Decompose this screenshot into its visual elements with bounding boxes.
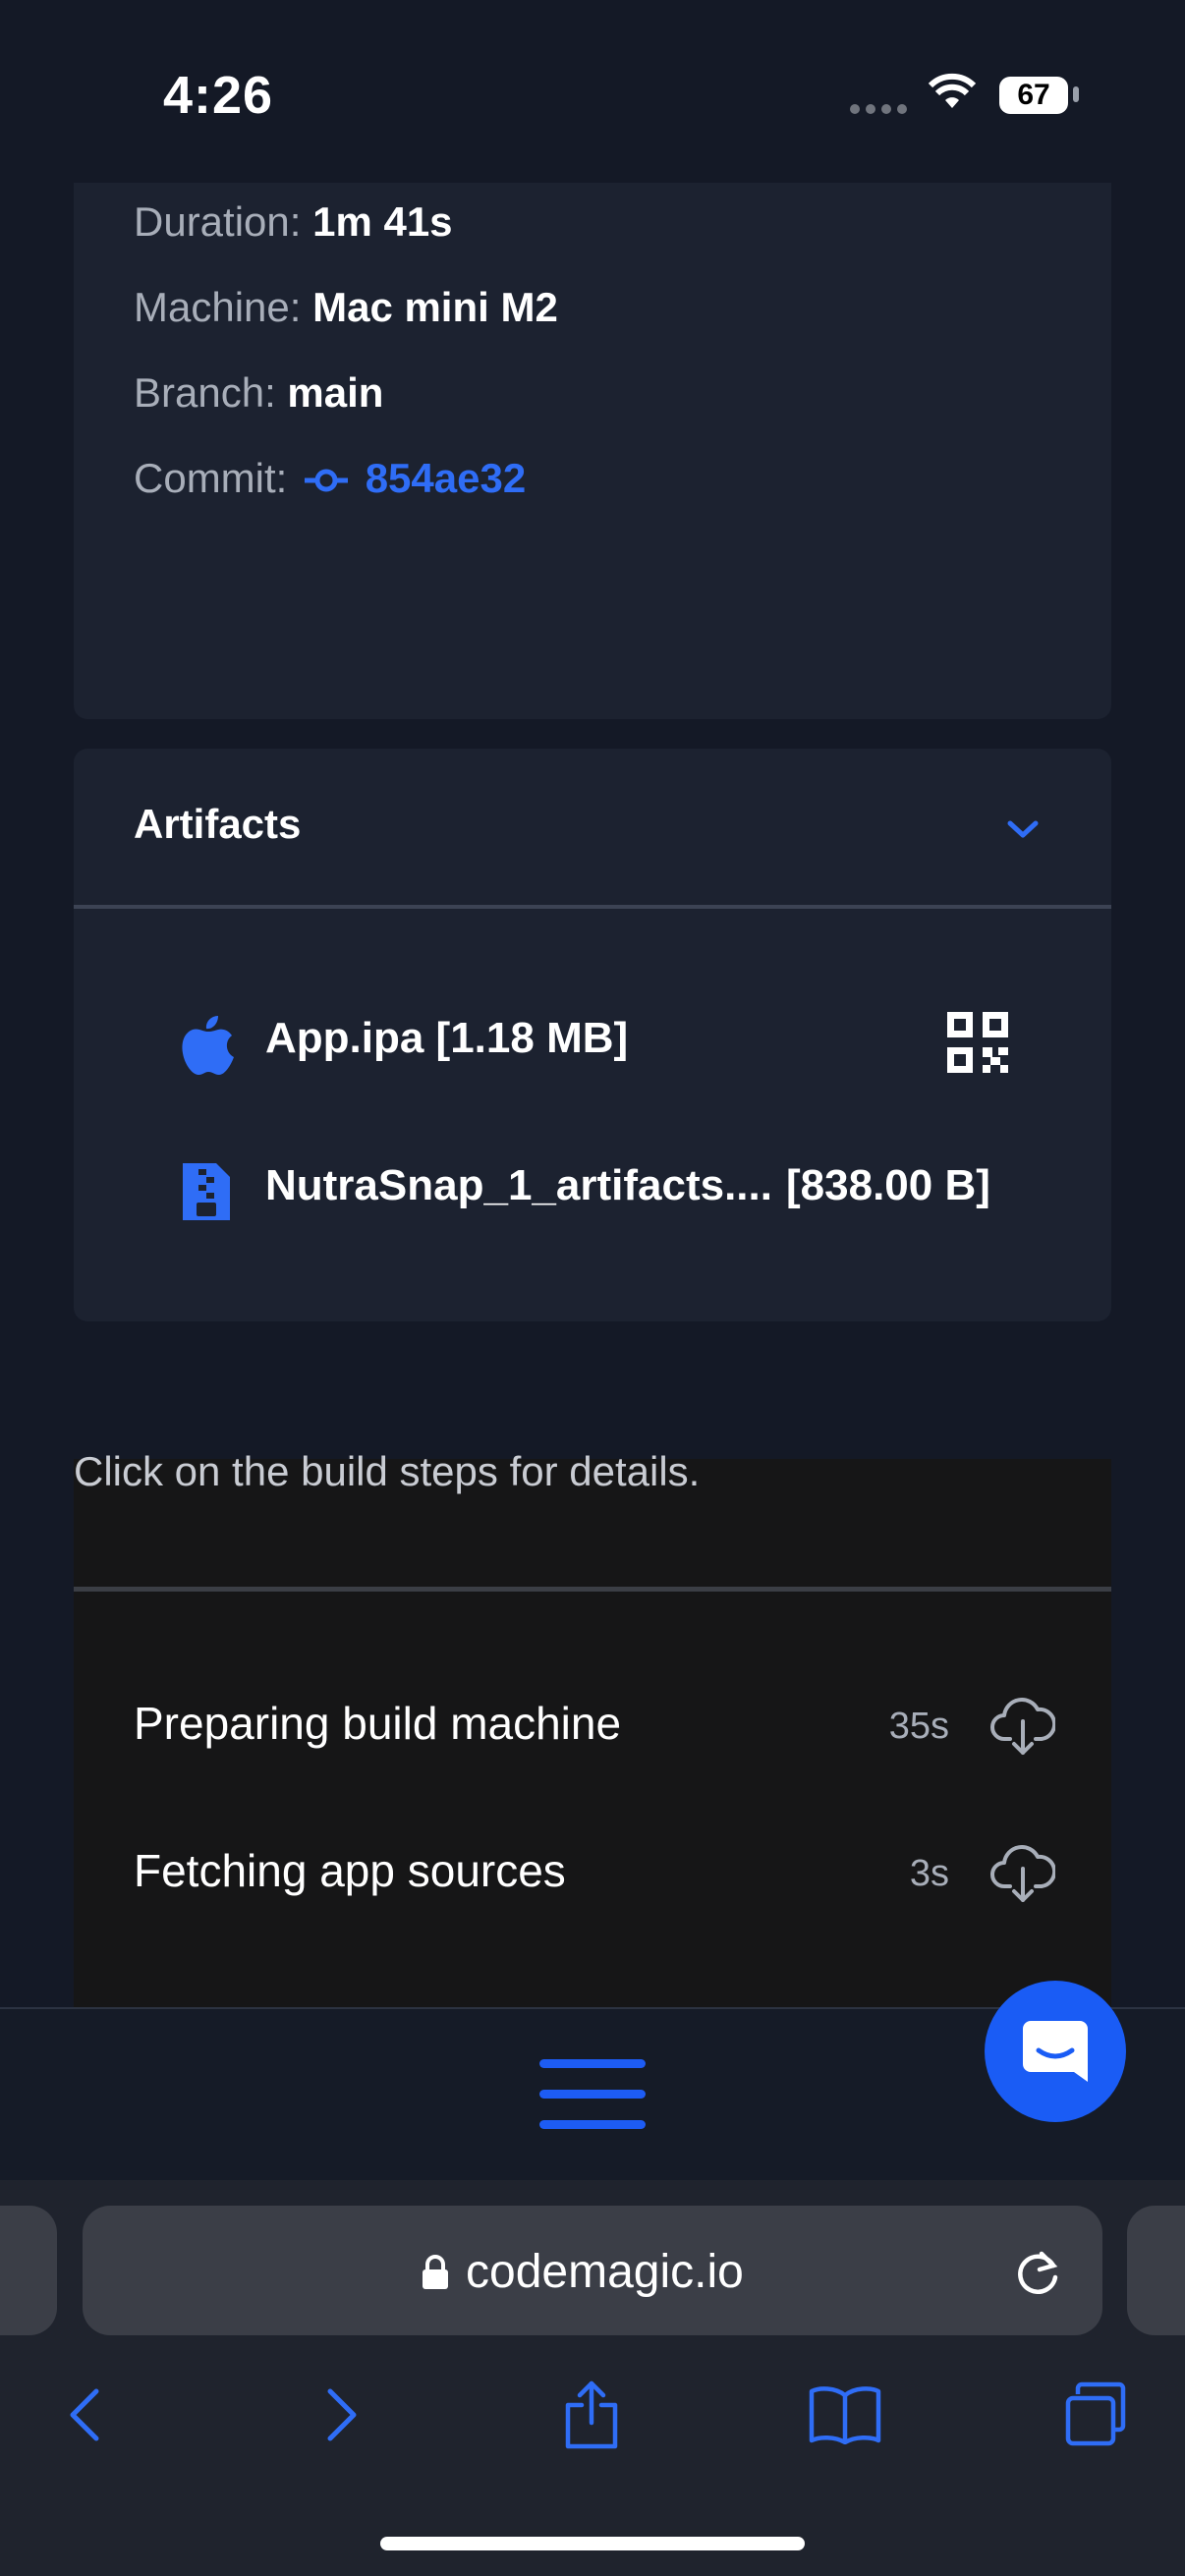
branch-label: Branch:	[134, 369, 276, 416]
steps-hint: Click on the build steps for details.	[74, 1448, 701, 1494]
hamburger-menu-icon[interactable]	[539, 2059, 646, 2151]
duration-label: Duration:	[134, 198, 302, 245]
artifact-zip-size: [838.00 B]	[786, 1161, 990, 1209]
forward-icon[interactable]	[303, 2376, 381, 2454]
qr-code-icon[interactable]	[947, 1012, 1008, 1078]
build-info-card	[74, 183, 1111, 719]
machine-row: Machine: Mac mini M2	[134, 284, 558, 331]
branch-row: Branch: main	[134, 369, 383, 417]
back-icon[interactable]	[45, 2376, 124, 2454]
zip-file-icon	[183, 1163, 230, 1225]
chat-support-button[interactable]	[985, 1981, 1126, 2122]
status-time: 4:26	[163, 66, 274, 125]
commit-icon	[305, 458, 349, 505]
bookmarks-icon[interactable]	[806, 2376, 884, 2454]
step-preparing-build-machine[interactable]: Preparing build machine	[134, 1697, 621, 1750]
home-indicator	[380, 2537, 805, 2550]
wifi-icon	[928, 73, 977, 117]
next-tab-preview[interactable]	[1127, 2206, 1185, 2335]
reload-icon[interactable]	[1010, 2246, 1065, 2306]
previous-tab-preview[interactable]	[0, 2206, 57, 2335]
branch-value: main	[287, 369, 384, 416]
step-fetching-app-sources[interactable]: Fetching app sources	[134, 1844, 566, 1897]
battery-indicator: 67	[999, 77, 1068, 114]
step-duration: 35s	[888, 1706, 949, 1747]
duration-row: Duration: 1m 41s	[134, 198, 453, 246]
commit-row: Commit: 854ae32	[134, 455, 526, 505]
download-log-icon[interactable]	[990, 1694, 1057, 1764]
chevron-down-icon[interactable]	[1004, 817, 1042, 846]
download-log-icon[interactable]	[990, 1841, 1057, 1911]
machine-label: Machine:	[134, 284, 302, 330]
share-icon[interactable]	[552, 2376, 631, 2454]
artifact-ipa[interactable]: App.ipa [1.18 MB]	[265, 1014, 628, 1063]
steps-divider	[74, 1587, 1111, 1592]
url-text: codemagic.io	[466, 2246, 744, 2298]
artifacts-title: Artifacts	[134, 801, 302, 847]
artifacts-list	[74, 909, 1111, 1321]
tabs-icon[interactable]	[1057, 2376, 1136, 2454]
commit-label: Commit:	[134, 455, 288, 501]
battery-tip	[1073, 86, 1079, 102]
apple-icon	[181, 1012, 236, 1082]
artifact-zip[interactable]: NutraSnap_1_artifacts....	[265, 1161, 772, 1210]
duration-value: 1m 41s	[312, 198, 453, 245]
lock-icon	[421, 2254, 450, 2296]
machine-value: Mac mini M2	[312, 284, 558, 330]
commit-link[interactable]: 854ae32	[366, 455, 527, 501]
signal-icon	[850, 102, 909, 120]
step-duration: 3s	[909, 1853, 949, 1894]
chat-icon	[1023, 2021, 1088, 2082]
